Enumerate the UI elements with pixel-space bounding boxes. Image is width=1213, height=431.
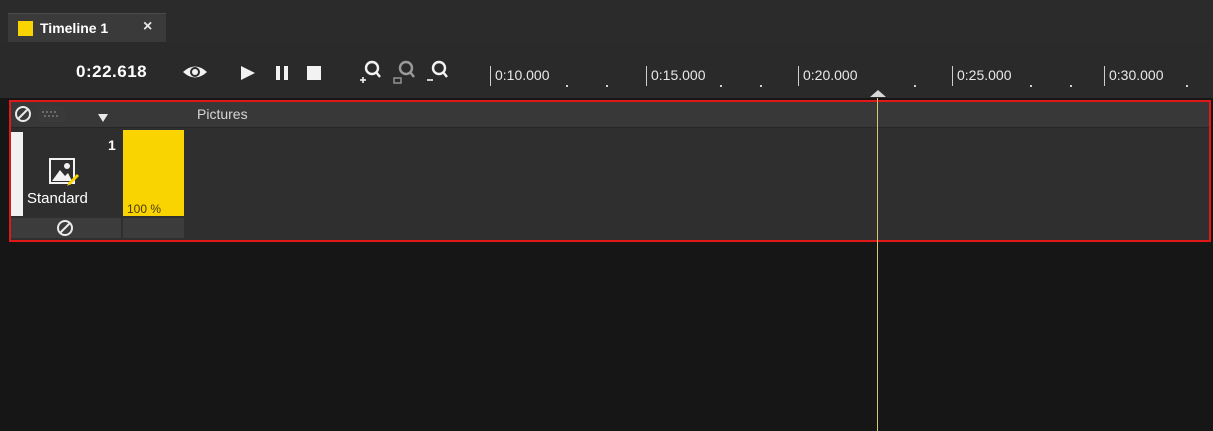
zoom-in-icon[interactable] (358, 60, 382, 91)
ruler-minor-tick (1070, 85, 1072, 87)
ruler-major-tick (646, 66, 647, 86)
ruler-major-tick (798, 66, 799, 86)
yellow-square-icon (18, 21, 33, 36)
tab-bar: Timeline 1 × (0, 0, 1213, 42)
ruler-major-tick (952, 66, 953, 86)
current-time-display: 0:22.618 (76, 62, 148, 81)
play-icon[interactable] (240, 65, 256, 86)
ruler-major-tick (1104, 66, 1105, 86)
eye-icon[interactable] (182, 64, 208, 85)
pause-icon[interactable] (275, 65, 289, 86)
ruler-minor-tick (760, 85, 762, 87)
ruler-label: 0:30.000 (1109, 67, 1164, 83)
layer-group-label: Pictures (197, 106, 248, 122)
ruler-label: 0:10.000 (495, 67, 550, 83)
cue-footer (123, 218, 184, 238)
ruler-label: 0:20.000 (803, 67, 858, 83)
stop-icon[interactable] (307, 66, 321, 85)
dots-grid-icon[interactable] (37, 106, 65, 127)
ruler-major-tick (490, 66, 491, 86)
layer-color-strip (11, 132, 23, 216)
ruler-minor-tick (1030, 85, 1032, 87)
cue-percent: 100 % (127, 202, 162, 216)
dropdown-arrow-icon[interactable] (97, 110, 109, 128)
layer-name: Standard (27, 190, 88, 207)
pictures-layer-panel: Pictures 1 Standard 100 % (9, 100, 1211, 242)
tab-timeline-1[interactable]: Timeline 1 × (8, 13, 166, 42)
ruler-label: 0:15.000 (651, 67, 706, 83)
layer-footer (11, 218, 121, 238)
disable-icon[interactable] (56, 219, 74, 242)
zoom-fit-icon[interactable] (392, 60, 416, 91)
ruler-minor-tick (914, 85, 916, 87)
layer-header: Pictures (11, 102, 1209, 128)
timeline-window: Timeline 1 × 0:22.618 0:10.000 0:15.000 … (0, 0, 1213, 431)
picture-layer-icon (49, 158, 81, 193)
layer-number: 1 (108, 137, 116, 153)
ruler-label: 0:25.000 (957, 67, 1012, 83)
zoom-out-icon[interactable] (425, 60, 449, 91)
playhead-handle[interactable] (870, 90, 886, 97)
disable-icon[interactable] (14, 105, 32, 128)
tab-label: Timeline 1 (40, 20, 109, 36)
ruler-minor-tick (606, 85, 608, 87)
ruler-minor-tick (720, 85, 722, 87)
ruler-minor-tick (566, 85, 568, 87)
playhead-line[interactable] (877, 98, 878, 431)
layer-track: 1 Standard 100 % (11, 128, 1209, 240)
ruler-minor-tick (1186, 85, 1188, 87)
layer-card[interactable]: 1 Standard (11, 128, 121, 216)
cue-block[interactable]: 100 % (123, 130, 184, 216)
close-tab-button[interactable]: × (143, 18, 152, 36)
transport-toolbar: 0:22.618 0:10.000 0:15.000 0:20.000 0:25… (0, 42, 1213, 98)
